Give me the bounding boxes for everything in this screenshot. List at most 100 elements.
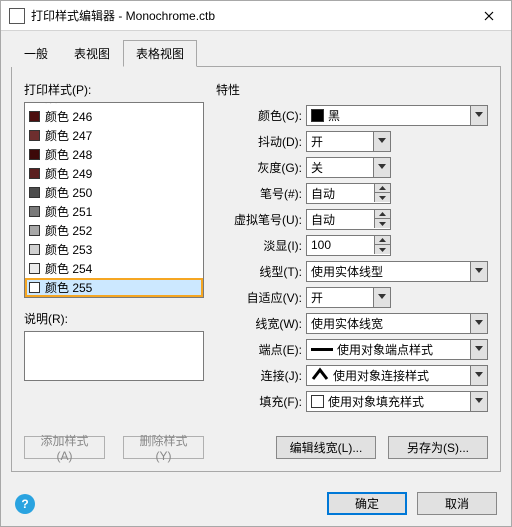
delete-style-button[interactable]: 删除样式(Y): [123, 436, 204, 459]
add-style-button[interactable]: 添加样式(A): [24, 436, 105, 459]
color-swatch-icon: [29, 263, 40, 274]
color-swatch-icon: [29, 282, 40, 293]
adaptive-dropdown[interactable]: 开: [306, 287, 391, 308]
dialog-footer: ? 确定 取消: [1, 482, 511, 527]
spinner-buttons[interactable]: [374, 210, 390, 228]
chevron-down-icon: [470, 262, 487, 281]
list-item-label: 颜色 255: [45, 279, 92, 296]
dither-label: 抖动(D):: [216, 133, 306, 150]
color-swatch-icon: [29, 102, 40, 103]
linetype-dropdown[interactable]: 使用实体线型: [306, 261, 488, 282]
fill-dropdown[interactable]: 使用对象填充样式: [306, 391, 488, 412]
client-area: 一般 表视图 表格视图 打印样式(P): 颜色 244颜色 245颜色 246颜…: [1, 31, 511, 482]
join-dropdown[interactable]: 使用对象连接样式: [306, 365, 488, 386]
styles-listbox[interactable]: 颜色 244颜色 245颜色 246颜色 247颜色 248颜色 249颜色 2…: [24, 102, 204, 298]
color-label: 颜色(C):: [216, 107, 306, 124]
list-item[interactable]: 颜色 250: [25, 183, 203, 202]
list-item[interactable]: 颜色 255: [25, 278, 203, 297]
list-item-label: 颜色 249: [45, 165, 92, 182]
virtual-pen-spinner[interactable]: 自动: [306, 209, 391, 230]
tab-table-view[interactable]: 表格视图: [123, 40, 197, 67]
grayscale-label: 灰度(G):: [216, 159, 306, 176]
list-item[interactable]: 颜色 252: [25, 221, 203, 240]
tab-content: 打印样式(P): 颜色 244颜色 245颜色 246颜色 247颜色 248颜…: [11, 67, 501, 472]
list-item-label: 颜色 252: [45, 222, 92, 239]
list-item[interactable]: 颜色 254: [25, 259, 203, 278]
app-icon: [9, 8, 25, 24]
styles-label: 打印样式(P):: [24, 81, 204, 98]
help-icon[interactable]: ?: [15, 494, 35, 514]
color-swatch-icon: [29, 130, 40, 141]
color-swatch-icon: [29, 149, 40, 160]
description-section: 说明(R):: [24, 310, 204, 381]
fill-label: 填充(F):: [216, 393, 306, 410]
list-item[interactable]: 颜色 247: [25, 126, 203, 145]
spinner-buttons[interactable]: [374, 184, 390, 202]
description-textbox[interactable]: [24, 331, 204, 381]
list-item[interactable]: 颜色 248: [25, 145, 203, 164]
plot-style-editor-window: 打印样式编辑器 - Monochrome.ctb 一般 表视图 表格视图 打印样…: [0, 0, 512, 527]
list-item[interactable]: 颜色 253: [25, 240, 203, 259]
left-column: 打印样式(P): 颜色 244颜色 245颜色 246颜色 247颜色 248颜…: [24, 81, 204, 459]
chevron-down-icon: [470, 106, 487, 125]
screening-spinner[interactable]: 100: [306, 235, 391, 256]
cancel-button[interactable]: 取消: [417, 492, 497, 515]
dither-dropdown[interactable]: 开: [306, 131, 391, 152]
style-buttons-row: 添加样式(A) 删除样式(Y): [24, 436, 204, 459]
list-item[interactable]: 颜色 251: [25, 202, 203, 221]
tab-strip: 一般 表视图 表格视图: [11, 39, 501, 67]
list-item-label: 颜色 246: [45, 108, 92, 125]
join-preview-icon: [311, 367, 329, 384]
join-label: 连接(J):: [216, 367, 306, 384]
chevron-down-icon: [373, 132, 390, 151]
color-swatch-icon: [29, 111, 40, 122]
fill-preview-icon: [311, 395, 324, 408]
list-item-label: 颜色 248: [45, 146, 92, 163]
list-item-label: 颜色 245: [45, 102, 92, 106]
list-item-label: 颜色 253: [45, 241, 92, 258]
pen-spinner[interactable]: 自动: [306, 183, 391, 204]
grayscale-dropdown[interactable]: 关: [306, 157, 391, 178]
color-dropdown[interactable]: 黑: [306, 105, 488, 126]
edit-lineweights-button[interactable]: 编辑线宽(L)...: [276, 436, 376, 459]
adaptive-label: 自适应(V):: [216, 289, 306, 306]
properties-group-label: 特性: [216, 81, 488, 98]
virtual-pen-label: 虚拟笔号(U):: [216, 211, 306, 228]
chevron-down-icon: [373, 158, 390, 177]
list-item-label: 颜色 254: [45, 260, 92, 277]
chevron-down-icon: [470, 314, 487, 333]
list-item[interactable]: 颜色 246: [25, 107, 203, 126]
color-swatch-icon: [311, 109, 324, 122]
lineweight-dropdown[interactable]: 使用实体线宽: [306, 313, 488, 334]
spinner-buttons[interactable]: [374, 236, 390, 254]
list-item-label: 颜色 250: [45, 184, 92, 201]
chevron-down-icon: [470, 392, 487, 411]
color-swatch-icon: [29, 225, 40, 236]
window-title: 打印样式编辑器 - Monochrome.ctb: [31, 7, 466, 24]
pen-label: 笔号(#):: [216, 185, 306, 202]
list-item[interactable]: 颜色 249: [25, 164, 203, 183]
endcap-label: 端点(E):: [216, 341, 306, 358]
list-item-label: 颜色 247: [45, 127, 92, 144]
color-swatch-icon: [29, 206, 40, 217]
close-button[interactable]: [466, 1, 511, 31]
properties-column: 特性 颜色(C): 黑 抖动(D): 开 灰度(G):: [216, 81, 488, 459]
list-item-label: 颜色 251: [45, 203, 92, 220]
endcap-preview-icon: [311, 348, 333, 351]
color-swatch-icon: [29, 187, 40, 198]
description-label: 说明(R):: [24, 310, 204, 327]
save-as-button[interactable]: 另存为(S)...: [388, 436, 488, 459]
color-swatch-icon: [29, 168, 40, 179]
tab-general[interactable]: 一般: [11, 40, 61, 67]
ok-button[interactable]: 确定: [327, 492, 407, 515]
chevron-down-icon: [373, 288, 390, 307]
tab-form-view[interactable]: 表视图: [61, 40, 123, 67]
linetype-label: 线型(T):: [216, 263, 306, 280]
color-swatch-icon: [29, 244, 40, 255]
endcap-dropdown[interactable]: 使用对象端点样式: [306, 339, 488, 360]
chevron-down-icon: [470, 366, 487, 385]
chevron-down-icon: [470, 340, 487, 359]
title-bar: 打印样式编辑器 - Monochrome.ctb: [1, 1, 511, 31]
close-icon: [484, 11, 494, 21]
screening-label: 淡显(I):: [216, 237, 306, 254]
